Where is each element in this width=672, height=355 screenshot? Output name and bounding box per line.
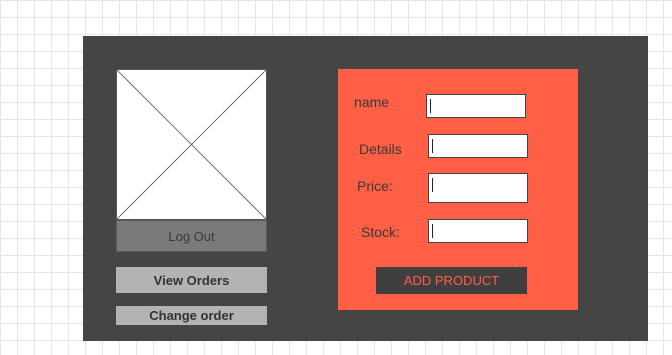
price-label: Price: [357,178,393,194]
logout-button[interactable]: Log Out [116,220,267,252]
text-caret [432,178,433,192]
view-orders-button[interactable]: View Orders [116,267,267,293]
stock-label: Stock: [361,224,400,240]
stock-field[interactable] [428,219,528,243]
details-label: Details [359,141,402,157]
text-caret [430,99,431,113]
price-field[interactable] [428,173,528,203]
text-caret [432,139,433,153]
text-caret [432,224,433,238]
details-field[interactable] [428,134,528,158]
change-order-button[interactable]: Change order [116,306,267,325]
name-field[interactable] [426,94,526,118]
name-label: name [354,94,390,110]
image-placeholder-icon [116,69,267,220]
add-product-button[interactable]: ADD PRODUCT [376,267,527,294]
